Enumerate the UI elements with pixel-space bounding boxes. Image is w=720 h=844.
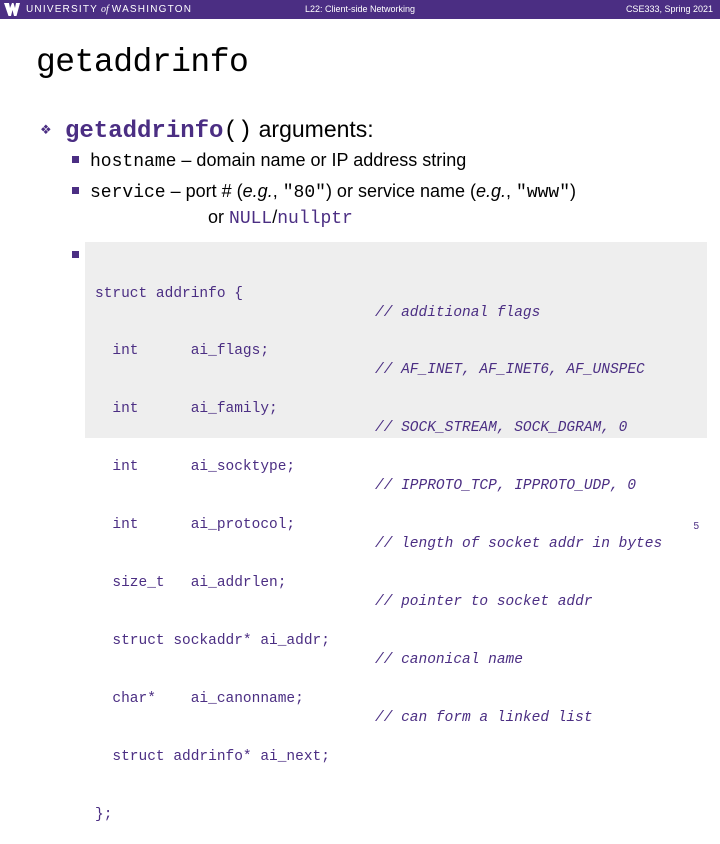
square-bullet-icon xyxy=(72,187,79,194)
square-bullet-icon xyxy=(72,251,79,258)
slide-title: getaddrinfo xyxy=(36,44,249,81)
square-bullet-icon xyxy=(72,156,79,163)
port-example: "80" xyxy=(282,183,326,203)
slide-header: UNIVERSITY of WASHINGTON L22: Client-sid… xyxy=(0,0,720,19)
comment-line: // pointer to socket addr xyxy=(375,594,593,611)
comment-line: // length of socket addr in bytes xyxy=(375,536,663,553)
code-line: struct addrinfo { xyxy=(95,285,243,302)
code-line: int ai_socktype; xyxy=(95,459,296,476)
code-line: int ai_protocol; xyxy=(95,517,296,534)
code-line: struct addrinfo* ai_next; xyxy=(95,748,330,765)
struct-code: struct addrinfo { int ai_flags; int ai_f… xyxy=(95,246,330,844)
comment-line: // can form a linked list xyxy=(375,709,593,726)
bullet1-rest: arguments: xyxy=(252,116,374,142)
service-text-2: , xyxy=(272,181,283,201)
comment-line: // canonical name xyxy=(375,651,523,668)
service-text-5: ) xyxy=(570,181,577,201)
or-text: or xyxy=(208,207,230,227)
code-line: }; xyxy=(95,806,113,823)
hostname-desc: – domain name or IP address string xyxy=(176,150,467,170)
comment-line: // AF_INET, AF_INET6, AF_UNSPEC xyxy=(375,362,645,379)
code-line: size_t ai_addrlen; xyxy=(95,575,287,592)
null-code: NULL xyxy=(229,209,273,229)
service-name-example: "www" xyxy=(516,183,571,203)
lecture-title: L22: Client-side Networking xyxy=(304,4,416,14)
diamond-bullet-icon: ❖ xyxy=(40,122,52,137)
service-code: service xyxy=(90,183,166,203)
hostname-code: hostname xyxy=(90,152,177,172)
page-number: 5 xyxy=(693,521,699,532)
service-text-1: – port # ( xyxy=(165,181,243,201)
comment-line: // SOCK_STREAM, SOCK_DGRAM, 0 xyxy=(375,420,628,437)
service-text-4: , xyxy=(506,181,517,201)
comment-line: // IPPROTO_TCP, IPPROTO_UDP, 0 xyxy=(375,478,637,495)
code-line: int ai_family; xyxy=(95,401,278,418)
function-parens: () xyxy=(223,118,253,145)
service-continuation: or NULL/nullptr xyxy=(208,207,353,229)
code-line: char* ai_canonname; xyxy=(95,690,304,707)
struct-comments: // additional flags // AF_INET, AF_INET6… xyxy=(375,265,662,747)
nullptr-code: nullptr xyxy=(277,209,353,229)
service-text-3: ) or service name ( xyxy=(325,181,476,201)
service-eg-1: e.g. xyxy=(242,181,273,201)
service-eg-2: e.g. xyxy=(475,181,507,201)
code-line: int ai_flags; xyxy=(95,343,270,360)
course-label: CSE333, Spring 2021 xyxy=(625,4,713,14)
comment-line: // additional flags xyxy=(375,304,541,321)
code-line: struct sockaddr* ai_addr; xyxy=(95,632,330,649)
function-name: getaddrinfo xyxy=(65,118,224,145)
